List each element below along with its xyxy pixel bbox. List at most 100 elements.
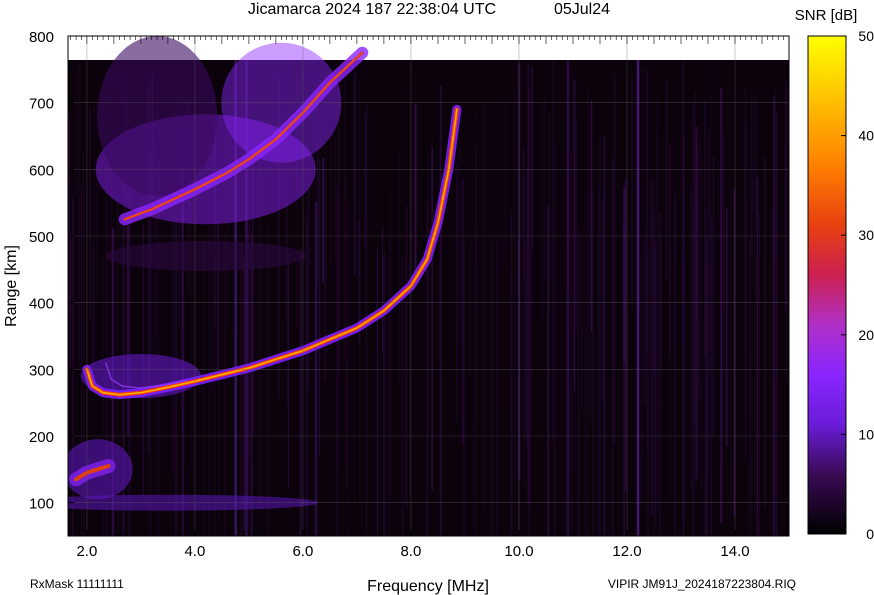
date-label: 05Jul24	[554, 1, 610, 18]
noise-column	[306, 218, 308, 536]
noise-column	[398, 154, 400, 382]
noise-column	[650, 63, 653, 460]
noise-column	[570, 152, 572, 536]
noise-column	[683, 119, 685, 346]
noise-column	[771, 208, 774, 536]
ionogram-chart: Jicamarca 2024 187 22:38:04 UTC 05Jul24 …	[3, 1, 874, 595]
noise-column	[684, 255, 686, 524]
noise-column	[586, 85, 588, 536]
y-tick-label: 300	[29, 362, 54, 379]
x-tick-label: 10.0	[504, 543, 533, 560]
noise-column	[524, 243, 527, 436]
noise-column	[729, 191, 732, 536]
noise-column	[78, 60, 80, 366]
x-axis-label: Frequency [MHz]	[367, 578, 489, 595]
noise-column	[240, 244, 243, 536]
noise-column	[376, 247, 378, 536]
noise-column	[577, 229, 580, 536]
interference-line	[636, 60, 640, 536]
colorbar-tick-label: 40	[858, 128, 874, 144]
interference-line	[566, 60, 570, 536]
noise-column	[344, 80, 346, 358]
echo-cloud	[97, 36, 218, 196]
noise-column	[589, 107, 592, 421]
noise-column	[510, 214, 513, 536]
y-tick-label: 400	[29, 296, 54, 313]
noise-column	[648, 243, 649, 536]
noise-column	[656, 92, 658, 222]
colorbar	[807, 35, 847, 535]
noise-column	[405, 205, 408, 510]
noise-column	[659, 235, 662, 374]
x-tick-label: 14.0	[720, 543, 749, 560]
noise-column	[403, 84, 405, 237]
noise-column	[414, 103, 417, 286]
noise-column	[382, 226, 383, 354]
noise-column	[483, 101, 485, 509]
noise-column	[552, 60, 555, 444]
noise-column	[390, 192, 391, 501]
noise-column	[354, 198, 355, 536]
noise-column	[541, 103, 544, 319]
rx-mask-label: RxMask 11111111	[30, 577, 124, 591]
x-tick-label: 6.0	[292, 543, 313, 560]
noise-column	[786, 85, 788, 378]
y-tick-label: 100	[29, 496, 54, 513]
noise-column	[710, 219, 713, 536]
noise-column	[725, 207, 728, 447]
noise-column	[785, 80, 786, 312]
y-tick-label: 200	[29, 429, 54, 446]
noise-column	[744, 89, 747, 349]
noise-column	[409, 162, 411, 497]
noise-column	[705, 209, 706, 536]
noise-column	[383, 251, 386, 536]
noise-column	[584, 196, 587, 536]
noise-column	[504, 98, 507, 267]
noise-column	[496, 185, 498, 460]
noise-column	[707, 130, 710, 475]
noise-column	[458, 146, 461, 343]
noise-column	[755, 95, 758, 295]
noise-column	[324, 162, 327, 381]
noise-column	[592, 188, 594, 536]
noise-column	[723, 180, 725, 313]
noise-column	[642, 66, 645, 227]
noise-column	[267, 227, 269, 536]
noise-column	[700, 121, 702, 536]
noise-column	[287, 254, 289, 490]
noise-column	[439, 85, 442, 536]
noise-column	[631, 77, 634, 308]
noise-column	[640, 245, 643, 507]
x-tick-label: 2.0	[76, 543, 97, 560]
noise-column	[89, 106, 91, 319]
noise-column	[759, 212, 760, 536]
noise-column	[531, 249, 533, 427]
noise-column	[427, 153, 429, 434]
y-tick-label: 600	[29, 162, 54, 179]
noise-column	[599, 140, 602, 536]
y-tick-label: 700	[29, 96, 54, 113]
colorbar-tick-label: 50	[858, 28, 874, 44]
noise-column	[646, 255, 649, 536]
noise-column	[346, 204, 349, 536]
noise-column	[469, 124, 471, 377]
noise-column	[613, 74, 616, 446]
x-tick-label: 4.0	[184, 543, 205, 560]
noise-column	[513, 92, 516, 533]
noise-column	[522, 147, 524, 276]
noise-column	[692, 101, 695, 424]
noise-column	[475, 147, 476, 536]
noise-column	[698, 150, 700, 401]
file-name-label: VIPIR JM91J_2024187223804.RIQ	[608, 577, 796, 591]
noise-column	[665, 79, 668, 278]
noise-column	[209, 175, 210, 536]
noise-column	[359, 79, 361, 503]
y-tick-label: 500	[29, 229, 54, 246]
noise-column	[712, 156, 714, 436]
noise-column	[364, 114, 367, 249]
noise-column	[214, 254, 216, 536]
noise-column	[94, 76, 96, 236]
noise-column	[690, 186, 692, 493]
noise-column	[456, 176, 458, 384]
colorbar-label: SNR [dB]	[795, 7, 858, 24]
